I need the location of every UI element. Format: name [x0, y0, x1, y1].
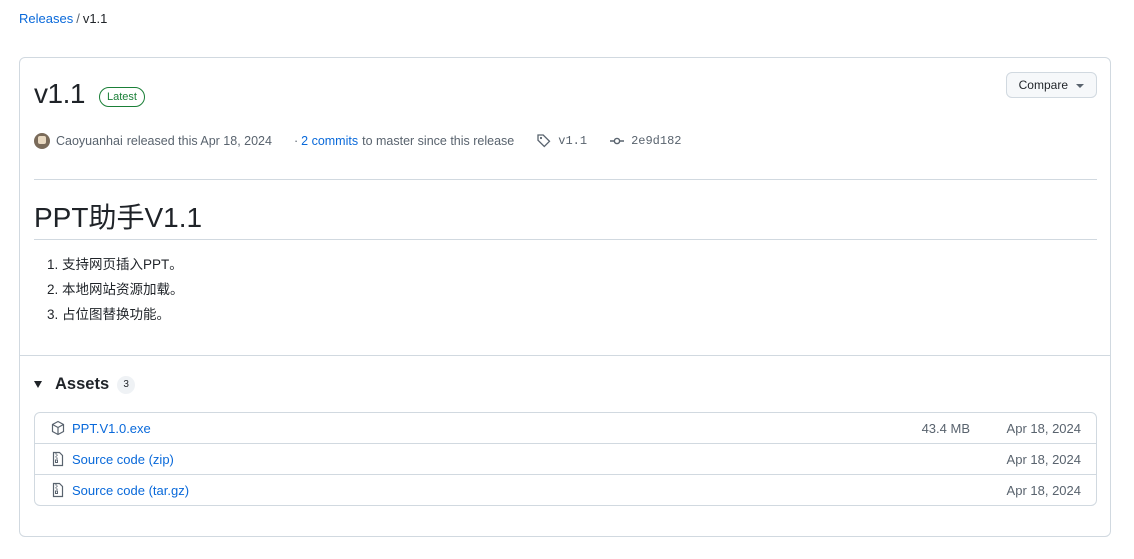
list-item: 支持网页插入PPT。 — [62, 252, 184, 277]
divider — [20, 355, 1110, 356]
tag-icon — [536, 133, 552, 149]
chevron-down-icon — [1076, 83, 1084, 88]
avatar[interactable] — [34, 133, 50, 149]
latest-badge: Latest — [99, 87, 145, 107]
list-item: 本地网站资源加载。 — [62, 277, 184, 302]
file-zip-icon — [50, 482, 66, 498]
release-version-title[interactable]: v1.1 — [34, 78, 85, 110]
compare-label: Compare — [1018, 78, 1068, 92]
asset-link[interactable]: Source code (zip) — [72, 452, 174, 467]
release-card: v1.1 Latest Compare Caoyuanhai released … — [19, 57, 1111, 537]
asset-date: Apr 18, 2024 — [1006, 420, 1081, 436]
asset-size: 43.4 MB — [921, 420, 970, 436]
commits-separator: · — [293, 134, 299, 148]
divider — [34, 179, 1097, 180]
breadcrumb-current: v1.1 — [82, 11, 108, 26]
breadcrumb-separator: / — [76, 11, 80, 26]
commits-link[interactable]: 2 commits — [301, 134, 358, 148]
release-meta: Caoyuanhai released this Apr 18, 2024 · … — [34, 132, 681, 150]
list-item: 占位图替换功能。 — [62, 302, 184, 327]
commit-sha-link[interactable]: 2e9d182 — [631, 134, 681, 148]
asset-date: Apr 18, 2024 — [1006, 451, 1081, 467]
release-heading: PPT助手V1.1 — [34, 202, 203, 233]
breadcrumb-releases-link[interactable]: Releases — [19, 11, 73, 26]
compare-button[interactable]: Compare — [1005, 72, 1097, 98]
git-commit-icon — [609, 133, 625, 149]
assets-count-badge: 3 — [117, 375, 136, 394]
assets-list: PPT.V1.0.exe 43.4 MB Apr 18, 2024 Source… — [34, 412, 1097, 506]
author-link[interactable]: Caoyuanhai — [56, 134, 123, 148]
asset-link[interactable]: Source code (tar.gz) — [72, 483, 189, 498]
asset-row: Source code (zip) Apr 18, 2024 — [35, 443, 1096, 474]
file-zip-icon — [50, 451, 66, 467]
asset-date: Apr 18, 2024 — [1006, 482, 1081, 498]
tag-link[interactable]: v1.1 — [558, 134, 587, 148]
assets-title: Assets — [55, 375, 110, 393]
asset-link[interactable]: PPT.V1.0.exe — [72, 421, 151, 436]
breadcrumb: Releases / v1.1 — [19, 11, 107, 26]
release-notes-list: 支持网页插入PPT。 本地网站资源加载。 占位图替换功能。 — [34, 252, 184, 327]
triangle-down-icon — [34, 381, 42, 388]
commits-suffix: to master since this release — [362, 134, 515, 148]
assets-toggle[interactable]: Assets 3 — [34, 375, 136, 394]
package-icon — [50, 420, 66, 436]
divider — [34, 239, 1097, 240]
asset-row: Source code (tar.gz) Apr 18, 2024 — [35, 474, 1096, 505]
released-text: released this Apr 18, 2024 — [126, 134, 272, 148]
asset-row: PPT.V1.0.exe 43.4 MB Apr 18, 2024 — [35, 413, 1096, 443]
